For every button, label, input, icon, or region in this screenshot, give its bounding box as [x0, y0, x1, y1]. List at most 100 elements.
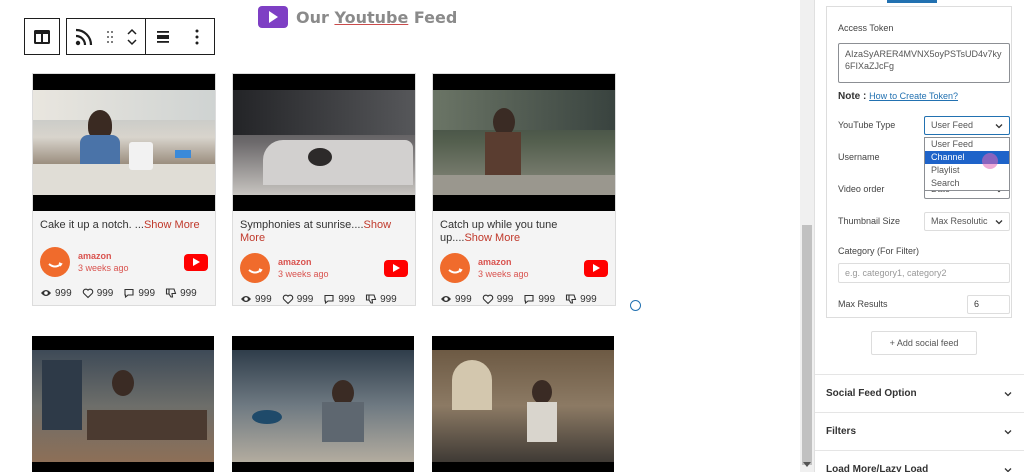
- comments-count: 999: [338, 293, 356, 305]
- block-type-icon[interactable]: [25, 19, 59, 54]
- youtube-logo-icon[interactable]: [184, 253, 208, 271]
- dislikes-count: 999: [580, 293, 597, 305]
- views-count: 999: [455, 293, 472, 305]
- like-heart-icon: [82, 288, 93, 299]
- dislikes-count: 999: [180, 287, 197, 299]
- channel-name[interactable]: amazon: [278, 257, 384, 267]
- align-icon[interactable]: [146, 19, 180, 54]
- like-heart-icon: [282, 294, 293, 305]
- post-time: 3 weeks ago: [278, 269, 329, 279]
- dislikes-count: 999: [380, 293, 397, 305]
- video-thumbnail[interactable]: [433, 74, 615, 211]
- views-icon: [41, 290, 51, 296]
- option-playlist[interactable]: Playlist: [925, 164, 1009, 177]
- video-thumbnail[interactable]: [432, 336, 614, 472]
- video-thumbnail[interactable]: [32, 336, 214, 472]
- channel-name[interactable]: amazon: [478, 257, 584, 267]
- chevron-down-icon: [1004, 467, 1012, 472]
- youtube-type-select[interactable]: User Feed: [924, 116, 1010, 135]
- active-tab-indicator: [887, 0, 937, 3]
- move-down-icon[interactable]: [125, 37, 139, 47]
- post-time: 3 weeks ago: [478, 269, 529, 279]
- amazon-logo-avatar[interactable]: [40, 247, 70, 277]
- section-social-feed-option[interactable]: Social Feed Option: [815, 374, 1024, 412]
- comment-icon: [324, 294, 334, 305]
- toolbar-group-left: [24, 18, 60, 55]
- more-options-icon[interactable]: [180, 19, 214, 54]
- toolbar-group-align: [145, 18, 215, 55]
- youtube-type-label: YouTube Type: [838, 120, 896, 130]
- toolbar-group-main: [66, 18, 146, 55]
- token-note: Note : How to Create Token?: [838, 91, 959, 102]
- dislike-icon: [566, 294, 577, 304]
- youtube-logo-icon[interactable]: [384, 259, 408, 277]
- views-icon: [241, 296, 251, 302]
- comment-icon: [524, 294, 534, 305]
- comments-count: 999: [538, 293, 556, 305]
- video-card[interactable]: Cake it up a notch. ...Show More amazon …: [32, 73, 216, 306]
- likes-count: 999: [296, 293, 314, 305]
- create-token-link[interactable]: How to Create Token?: [869, 91, 958, 101]
- comments-count: 999: [138, 287, 156, 299]
- editor-scrollbar[interactable]: [800, 0, 814, 472]
- scrollbar-thumb[interactable]: [802, 225, 812, 465]
- block-toolbar: [24, 18, 215, 55]
- views-count: 999: [55, 287, 72, 299]
- category-label: Category (For Filter): [838, 246, 920, 256]
- add-social-feed-button[interactable]: + Add social feed: [871, 331, 977, 355]
- video-thumbnail[interactable]: [33, 74, 215, 211]
- video-caption: Catch up while you tune up....Show More: [440, 219, 558, 244]
- amazon-logo-avatar[interactable]: [440, 253, 470, 283]
- drag-handle-icon[interactable]: [101, 19, 119, 54]
- chevron-down-icon: [1004, 429, 1012, 434]
- video-order-label: Video order: [838, 184, 885, 194]
- post-time: 3 weeks ago: [78, 263, 129, 273]
- access-token-label: Access Token: [838, 23, 894, 33]
- thumbnail-size-label: Thumbnail Size: [838, 216, 901, 226]
- username-label: Username: [838, 152, 880, 162]
- option-search[interactable]: Search: [925, 177, 1009, 190]
- chevron-down-icon: [995, 220, 1003, 225]
- max-results-input[interactable]: 6: [967, 295, 1010, 314]
- scroll-down-arrow-icon[interactable]: [803, 462, 811, 467]
- video-thumbnail[interactable]: [232, 336, 414, 472]
- access-token-field[interactable]: AIzaSyARER4MVNX5oyPSTsUD4v7ky6FIXaZJcFg: [838, 43, 1010, 83]
- youtube-logo-icon[interactable]: [584, 259, 608, 277]
- move-up-icon[interactable]: [125, 27, 139, 37]
- video-stats: 999 999 999 999: [240, 293, 408, 305]
- video-caption: Cake it up a notch. ...Show More: [40, 219, 200, 231]
- option-user-feed[interactable]: User Feed: [925, 138, 1009, 151]
- likes-count: 999: [96, 287, 114, 299]
- show-more-link[interactable]: Show More: [464, 232, 520, 244]
- section-load-more[interactable]: Load More/Lazy Load: [815, 450, 1024, 472]
- chevron-down-icon: [995, 124, 1003, 129]
- channel-name[interactable]: amazon: [78, 251, 184, 261]
- settings-sidebar: Access Token AIzaSyARER4MVNX5oyPSTsUD4v7…: [814, 0, 1024, 472]
- amazon-logo-avatar[interactable]: [240, 253, 270, 283]
- move-up-down-control: [119, 19, 145, 54]
- dislike-icon: [366, 294, 377, 304]
- thumbnail-size-select[interactable]: Max Resolutic: [924, 212, 1010, 231]
- show-more-link[interactable]: Show More: [144, 219, 200, 231]
- feed-settings-box: Access Token AIzaSyARER4MVNX5oyPSTsUD4v7…: [826, 6, 1012, 318]
- editor-canvas: Our Youtube Feed Cake it up a notch. ...…: [0, 0, 800, 472]
- rss-icon[interactable]: [67, 19, 101, 54]
- block-appender-indicator[interactable]: [630, 300, 641, 311]
- video-stats: 999 999 999 999: [440, 293, 608, 305]
- dislike-icon: [166, 288, 177, 298]
- like-heart-icon: [482, 294, 493, 305]
- video-card[interactable]: [432, 336, 616, 472]
- comment-icon: [124, 288, 134, 299]
- video-card[interactable]: Catch up while you tune up....Show More …: [432, 73, 616, 306]
- section-filters[interactable]: Filters: [815, 412, 1024, 450]
- youtube-play-icon: [258, 6, 288, 28]
- max-results-label: Max Results: [838, 299, 888, 309]
- video-thumbnail[interactable]: [233, 74, 415, 211]
- video-card[interactable]: [232, 336, 416, 472]
- category-input[interactable]: e.g. category1, category2: [838, 263, 1010, 283]
- feed-title: Our Youtube Feed: [258, 6, 457, 28]
- video-card[interactable]: Symphonies at sunrise....Show More amazo…: [232, 73, 416, 306]
- chevron-down-icon: [1004, 391, 1012, 396]
- likes-count: 999: [496, 293, 514, 305]
- video-card[interactable]: [32, 336, 216, 472]
